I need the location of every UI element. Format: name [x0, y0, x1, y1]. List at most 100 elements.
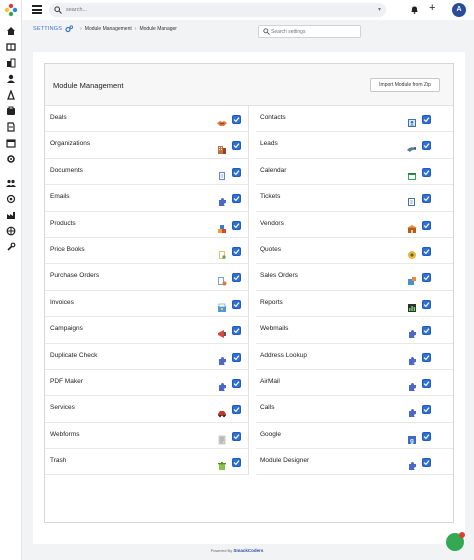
handshake-icon — [217, 115, 227, 126]
breadcrumb-module-management[interactable]: Module Management — [85, 26, 132, 32]
document-icon — [217, 168, 227, 180]
module-enable-checkbox[interactable] — [232, 458, 241, 468]
add-icon[interactable]: + — [429, 3, 435, 14]
module-enable-checkbox[interactable] — [232, 141, 241, 151]
module-enable-checkbox[interactable] — [232, 220, 241, 230]
module-enable-checkbox[interactable] — [422, 194, 431, 204]
module-enable-checkbox[interactable] — [422, 167, 431, 177]
module-row: Purchase Orders — [45, 264, 248, 291]
module-label: Contacts — [260, 114, 286, 121]
module-label: Documents — [50, 166, 83, 174]
module-enable-checkbox[interactable] — [232, 326, 241, 336]
breadcrumb-module-manager: Module Manager — [139, 26, 177, 32]
calendar-icon[interactable] — [6, 138, 16, 148]
globe-icon[interactable] — [6, 226, 16, 236]
search-input[interactable] — [66, 4, 366, 16]
module-enable-checkbox[interactable] — [422, 273, 431, 283]
module-enable-checkbox[interactable] — [422, 352, 431, 362]
module-enable-checkbox[interactable] — [422, 326, 431, 336]
module-row: Organizations — [45, 132, 248, 159]
wrench-icon[interactable] — [6, 242, 16, 252]
ticket-icon — [407, 194, 417, 207]
module-row: Calendar — [256, 159, 453, 186]
page-title: Module Management — [53, 81, 124, 90]
deals-icon[interactable] — [6, 106, 16, 116]
chevron-down-icon[interactable]: ▾ — [378, 6, 381, 13]
module-row: Reports — [256, 291, 453, 318]
sales-order-icon — [407, 273, 417, 286]
module-label: Trash — [50, 457, 67, 465]
module-enable-checkbox[interactable] — [232, 194, 241, 204]
home-icon[interactable] — [6, 26, 16, 36]
factory-icon[interactable] — [6, 210, 16, 220]
import-module-button[interactable]: Import Module from Zip — [370, 78, 440, 92]
calendar-icon — [407, 168, 417, 180]
module-label: Google — [260, 430, 281, 438]
module-enable-checkbox[interactable] — [422, 141, 431, 151]
users-group-icon[interactable] — [6, 178, 16, 188]
puzzle-icon — [217, 353, 227, 365]
settings-search-input[interactable] — [271, 27, 357, 36]
bell-icon[interactable] — [410, 5, 419, 14]
menu-icon[interactable] — [32, 5, 42, 14]
search-icon — [263, 28, 270, 35]
module-enable-checkbox[interactable] — [422, 115, 431, 124]
invoice-icon — [217, 300, 227, 312]
module-enable-checkbox[interactable] — [232, 299, 241, 309]
module-column-right: Contacts Leads Calendar Tickets Vendors Quote… — [256, 106, 453, 476]
module-enable-checkbox[interactable] — [232, 273, 241, 283]
module-label: Deals — [50, 114, 67, 121]
search-icon — [54, 6, 62, 14]
module-row: AirMail — [256, 370, 453, 397]
module-label: Calls — [260, 404, 275, 412]
module-enable-checkbox[interactable] — [422, 431, 431, 441]
documents-icon[interactable] — [6, 122, 16, 132]
module-enable-checkbox[interactable] — [232, 431, 241, 441]
module-enable-checkbox[interactable] — [232, 115, 241, 124]
puzzle-icon — [217, 194, 227, 207]
module-label: Tickets — [260, 193, 281, 201]
boxes-icon — [217, 221, 227, 233]
module-label: Webforms — [50, 430, 80, 438]
module-label: Purchase Orders — [50, 272, 100, 280]
module-enable-checkbox[interactable] — [232, 246, 241, 256]
leads-icon[interactable] — [6, 90, 16, 100]
main-panel: Module Management Import Module from Zip… — [33, 52, 465, 544]
app-logo-icon[interactable] — [4, 3, 18, 17]
target-icon[interactable] — [6, 194, 16, 204]
module-column-left: Deals Organizations Documents Emails Product… — [45, 106, 249, 476]
module-row: Sales Orders — [256, 264, 453, 291]
module-enable-checkbox[interactable] — [422, 458, 431, 468]
module-enable-checkbox[interactable] — [422, 378, 431, 388]
module-row: Leads — [256, 132, 453, 159]
trash-icon — [217, 458, 227, 471]
settings-gears-icon[interactable] — [65, 25, 74, 33]
module-enable-checkbox[interactable] — [232, 167, 241, 177]
quote-icon — [407, 247, 417, 259]
breadcrumb: SETTINGS › Module Management › Module Ma… — [33, 25, 177, 33]
settings-gear-icon[interactable] — [6, 154, 16, 164]
module-row: Webmails — [256, 317, 453, 344]
leads-icon — [407, 141, 417, 153]
puzzle-icon — [407, 405, 417, 418]
settings-search[interactable] — [258, 25, 361, 38]
module-enable-checkbox[interactable] — [232, 378, 241, 388]
module-row: Deals — [45, 106, 248, 133]
module-enable-checkbox[interactable] — [422, 299, 431, 309]
global-search[interactable]: ▾ — [49, 3, 386, 17]
contacts-icon[interactable] — [6, 74, 16, 84]
module-enable-checkbox[interactable] — [422, 220, 431, 230]
svg-text:g: g — [410, 438, 414, 444]
organization-icon[interactable] — [6, 58, 16, 68]
module-label: Module Designer — [260, 457, 310, 465]
user-avatar[interactable]: A — [452, 3, 466, 17]
chevron-right-icon: › — [134, 26, 137, 32]
module-enable-checkbox[interactable] — [422, 246, 431, 256]
breadcrumb-settings-link[interactable]: SETTINGS — [33, 26, 62, 32]
module-row: PDF Maker — [45, 370, 248, 397]
dashboard-icon[interactable] — [6, 42, 16, 52]
module-enable-checkbox[interactable] — [422, 405, 431, 415]
footer-brand-link[interactable]: SmackCoders — [233, 548, 263, 553]
module-enable-checkbox[interactable] — [232, 405, 241, 415]
module-enable-checkbox[interactable] — [232, 352, 241, 362]
